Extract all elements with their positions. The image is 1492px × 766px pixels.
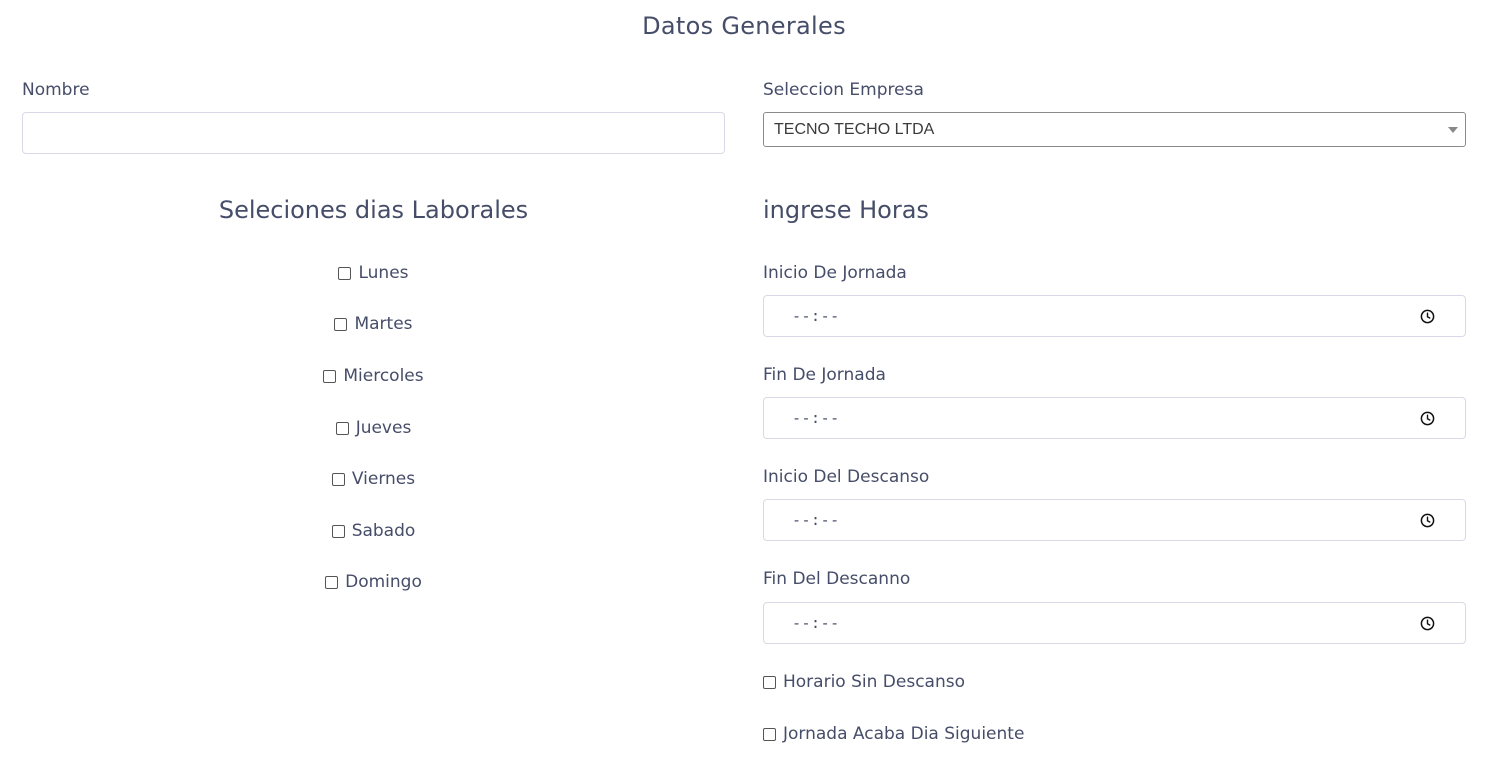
day-domingo[interactable]: Domingo — [22, 570, 725, 594]
clock-icon[interactable] — [1420, 616, 1435, 631]
day-miercoles[interactable]: Miercoles — [22, 364, 725, 388]
checkbox-miercoles[interactable] — [323, 369, 337, 383]
inicio-descanso-label: Inicio Del Descanso — [763, 467, 930, 487]
option-jornada-dia-siguiente[interactable]: Jornada Acaba Dia Siguiente — [763, 722, 1024, 746]
checkbox-horario-sin-descanso[interactable] — [763, 675, 776, 689]
day-lunes[interactable]: Lunes — [22, 261, 725, 285]
chevron-down-icon — [1448, 127, 1458, 133]
checkbox-sabado[interactable] — [331, 524, 345, 538]
fin-jornada-input[interactable]: --:-- — [763, 397, 1466, 439]
clock-icon[interactable] — [1420, 513, 1435, 528]
day-label: Sabado — [351, 521, 416, 541]
time-value: --:-- — [792, 511, 840, 529]
day-jueves[interactable]: Jueves — [22, 416, 725, 440]
day-label: Lunes — [358, 263, 409, 283]
option-label: Horario Sin Descanso — [783, 672, 966, 692]
fin-descanso-input[interactable]: --:-- — [763, 602, 1466, 644]
day-label: Martes — [354, 314, 413, 334]
day-label: Domingo — [345, 572, 422, 592]
day-label: Jueves — [355, 418, 412, 438]
option-label: Jornada Acaba Dia Siguiente — [783, 724, 1025, 744]
checkbox-jornada-dia-siguiente[interactable] — [763, 727, 776, 741]
fin-jornada-label: Fin De Jornada — [763, 365, 886, 385]
fin-descanso-label: Fin Del Descanno — [763, 569, 911, 589]
time-value: --:-- — [792, 409, 840, 427]
day-viernes[interactable]: Viernes — [22, 467, 725, 491]
empresa-selected-value: TECNO TECHO LTDA — [774, 121, 935, 138]
day-martes[interactable]: Martes — [22, 312, 725, 336]
day-label: Miercoles — [343, 366, 424, 386]
inicio-jornada-label: Inicio De Jornada — [763, 263, 907, 283]
horas-section-title: ingrese Horas — [763, 196, 929, 224]
page-title: Datos Generales — [642, 12, 846, 40]
empresa-label: Seleccion Empresa — [763, 80, 924, 100]
time-value: --:-- — [792, 307, 840, 325]
empresa-select[interactable]: TECNO TECHO LTDA — [763, 112, 1466, 147]
checkbox-lunes[interactable] — [338, 266, 352, 280]
inicio-descanso-input[interactable]: --:-- — [763, 499, 1466, 541]
dias-section-title: Seleciones dias Laborales — [218, 196, 529, 224]
inicio-jornada-input[interactable]: --:-- — [763, 295, 1466, 337]
nombre-label: Nombre — [22, 80, 90, 100]
checkbox-domingo[interactable] — [325, 575, 339, 589]
clock-icon[interactable] — [1420, 411, 1435, 426]
day-label: Viernes — [351, 469, 416, 489]
option-horario-sin-descanso[interactable]: Horario Sin Descanso — [763, 670, 965, 694]
clock-icon[interactable] — [1420, 309, 1435, 324]
checkbox-viernes[interactable] — [331, 472, 345, 486]
day-sabado[interactable]: Sabado — [22, 519, 725, 543]
time-value: --:-- — [792, 614, 840, 632]
checkbox-martes[interactable] — [334, 317, 348, 331]
nombre-input[interactable] — [22, 112, 725, 154]
checkbox-jueves[interactable] — [335, 421, 349, 435]
